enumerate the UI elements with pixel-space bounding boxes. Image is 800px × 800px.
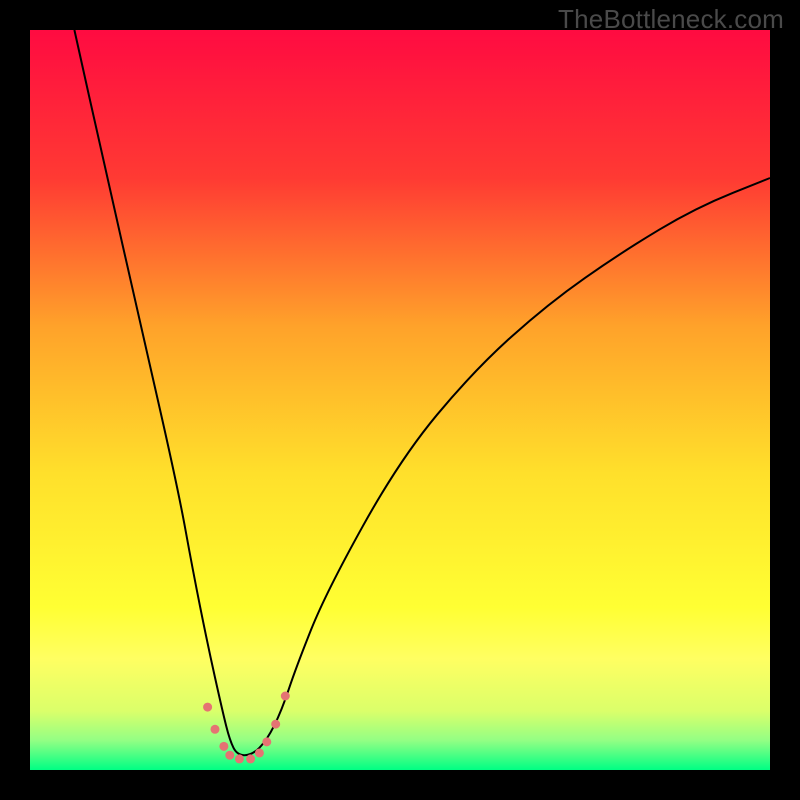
watermark-label: TheBottleneck.com	[558, 4, 784, 35]
chart-svg	[0, 0, 800, 800]
data-marker	[211, 725, 220, 734]
data-marker	[271, 720, 280, 729]
data-marker	[262, 737, 271, 746]
chart-container: TheBottleneck.com	[0, 0, 800, 800]
data-marker	[225, 751, 234, 760]
data-marker	[235, 754, 244, 763]
data-marker	[281, 692, 290, 701]
plot-background	[30, 30, 770, 770]
data-marker	[219, 742, 228, 751]
data-marker	[203, 703, 212, 712]
data-marker	[255, 748, 264, 757]
data-marker	[246, 754, 255, 763]
